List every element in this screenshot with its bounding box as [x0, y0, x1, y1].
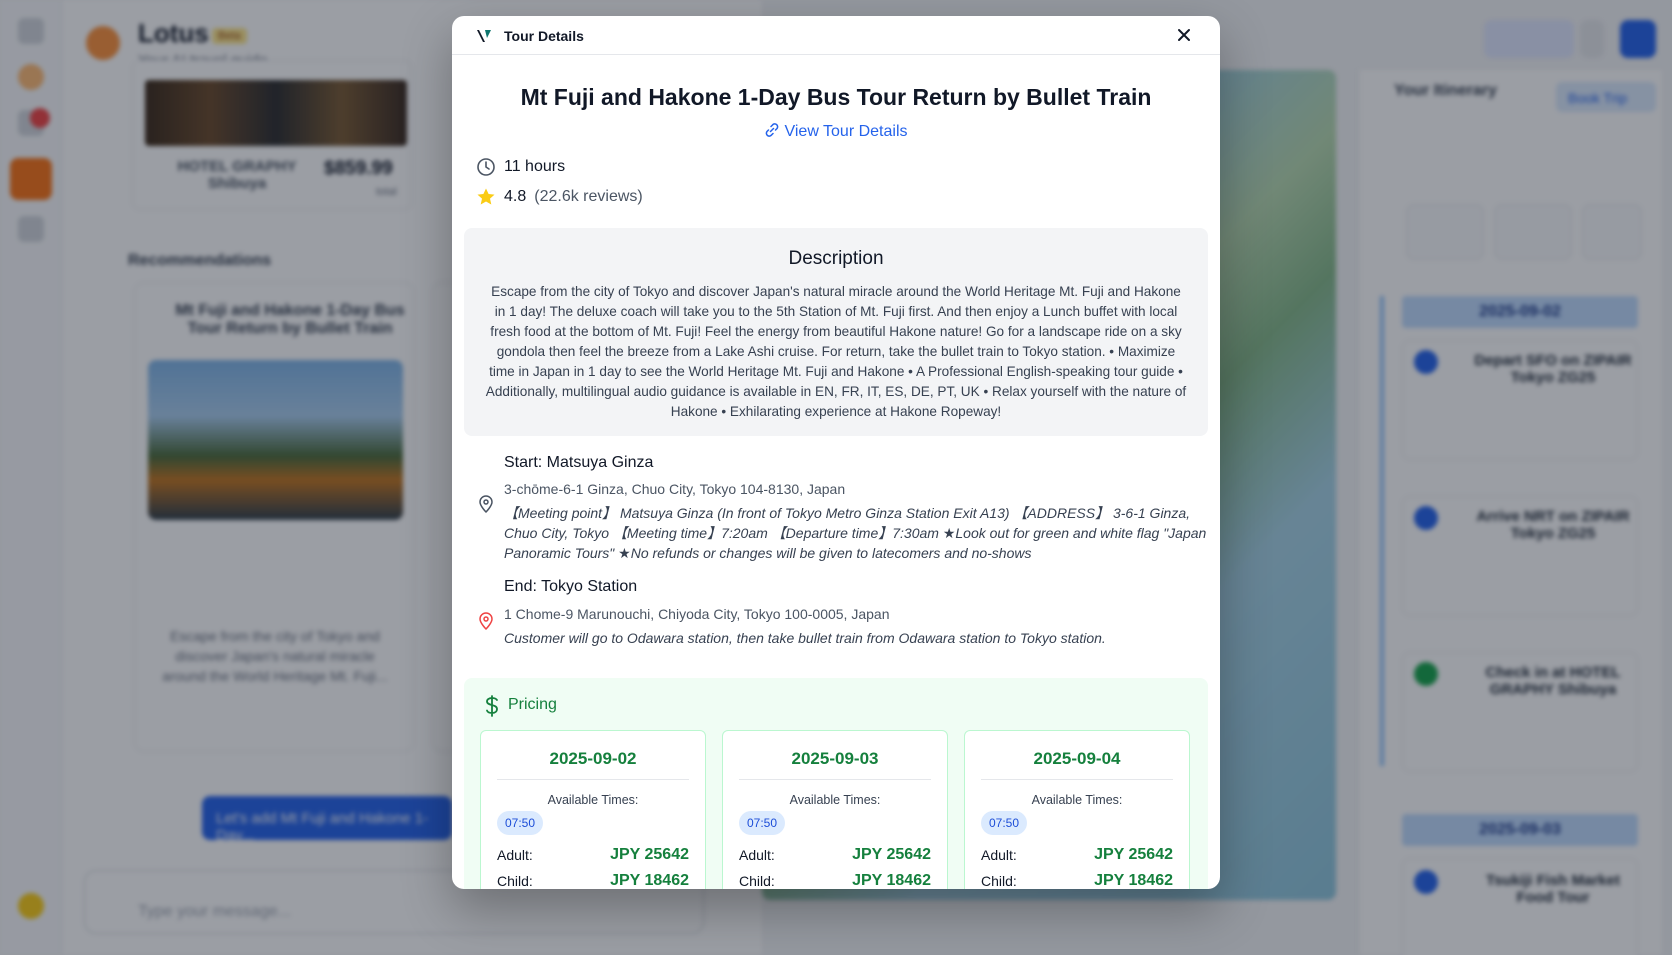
close-button[interactable] — [1172, 24, 1196, 48]
star-icon — [477, 188, 495, 205]
adult-price: JPY 25642 — [610, 846, 689, 863]
rating-value: 4.8 — [504, 188, 527, 205]
map-pin-icon — [479, 612, 493, 631]
description-section: Description Escape from the city of Toky… — [464, 228, 1208, 436]
end-title: End: Tokyo Station — [504, 578, 638, 595]
adult-label: Adult: — [497, 847, 533, 863]
view-tour-details-label: View Tour Details — [784, 123, 908, 140]
available-times-label: Available Times: — [789, 793, 881, 807]
price-card: 2025-09-02 Available Times: 07:50 Adult:… — [480, 730, 706, 889]
time-slot-chip[interactable]: 07:50 — [497, 811, 544, 835]
adult-label: Adult: — [981, 847, 1017, 863]
available-times-label: Available Times: — [547, 793, 639, 807]
divider — [981, 779, 1173, 780]
divider — [739, 779, 931, 780]
view-tour-details-link[interactable]: View Tour Details — [452, 122, 1220, 141]
child-price: JPY 18462 — [852, 872, 931, 889]
brand-logo-icon — [477, 30, 491, 42]
time-slot-chip[interactable]: 07:50 — [739, 811, 786, 835]
child-price: JPY 18462 — [1094, 872, 1173, 889]
child-label: Child: — [981, 873, 1017, 889]
clock-icon — [477, 158, 495, 176]
description-text: Escape from the city of Tokyo and discov… — [485, 284, 1187, 419]
modal-header-title: Tour Details — [504, 28, 584, 44]
available-times-label: Available Times: — [1031, 793, 1123, 807]
link-icon — [766, 123, 779, 137]
close-icon — [1178, 28, 1190, 41]
duration-row: 11 hours — [476, 157, 565, 177]
price-date: 2025-09-04 — [1033, 749, 1121, 768]
start-title: Start: Matsuya Ginza — [504, 454, 654, 471]
price-card: 2025-09-03 Available Times: 07:50 Adult:… — [722, 730, 948, 889]
pricing-title: Pricing — [508, 696, 557, 713]
adult-price: JPY 25642 — [852, 846, 931, 863]
duration-text: 11 hours — [504, 158, 566, 175]
price-date: 2025-09-03 — [791, 749, 879, 768]
review-count: (22.6k reviews) — [534, 188, 643, 205]
divider — [497, 779, 689, 780]
adult-label: Adult: — [739, 847, 775, 863]
start-note: 【Meeting point】 Matsuya Ginza (In front … — [504, 505, 1207, 561]
map-pin-icon — [479, 495, 493, 514]
start-address: 3-chōme-6-1 Ginza, Chuo City, Tokyo 104-… — [504, 481, 846, 497]
dollar-icon — [486, 695, 498, 717]
price-date: 2025-09-02 — [549, 749, 637, 768]
modal-header: Tour Details — [452, 16, 1220, 55]
end-address: 1 Chome-9 Marunouchi, Chiyoda City, Toky… — [504, 606, 890, 622]
rating-row: 4.8 (22.6k reviews) — [476, 187, 643, 207]
pricing-section: Pricing 2025-09-02 Available Times: 07:5… — [464, 678, 1208, 889]
description-title: Description — [788, 248, 884, 269]
tour-title: Mt Fuji and Hakone 1-Day Bus Tour Return… — [520, 84, 1152, 110]
adult-price: JPY 25642 — [1094, 846, 1173, 863]
modal-body[interactable]: Mt Fuji and Hakone 1-Day Bus Tour Return… — [452, 56, 1220, 889]
time-slot-chip[interactable]: 07:50 — [981, 811, 1028, 835]
child-label: Child: — [739, 873, 775, 889]
start-location: Start: Matsuya Ginza 3-chōme-6-1 Ginza, … — [464, 444, 1208, 574]
end-location: End: Tokyo Station 1 Chome-9 Marunouchi,… — [464, 576, 1208, 666]
child-price: JPY 18462 — [610, 872, 689, 889]
child-label: Child: — [497, 873, 533, 889]
end-note: Customer will go to Odawara station, the… — [504, 630, 1106, 646]
tour-details-modal: Tour Details Mt Fuji and Hakone 1-Day Bu… — [452, 16, 1220, 889]
price-card: 2025-09-04 Available Times: 07:50 Adult:… — [964, 730, 1190, 889]
